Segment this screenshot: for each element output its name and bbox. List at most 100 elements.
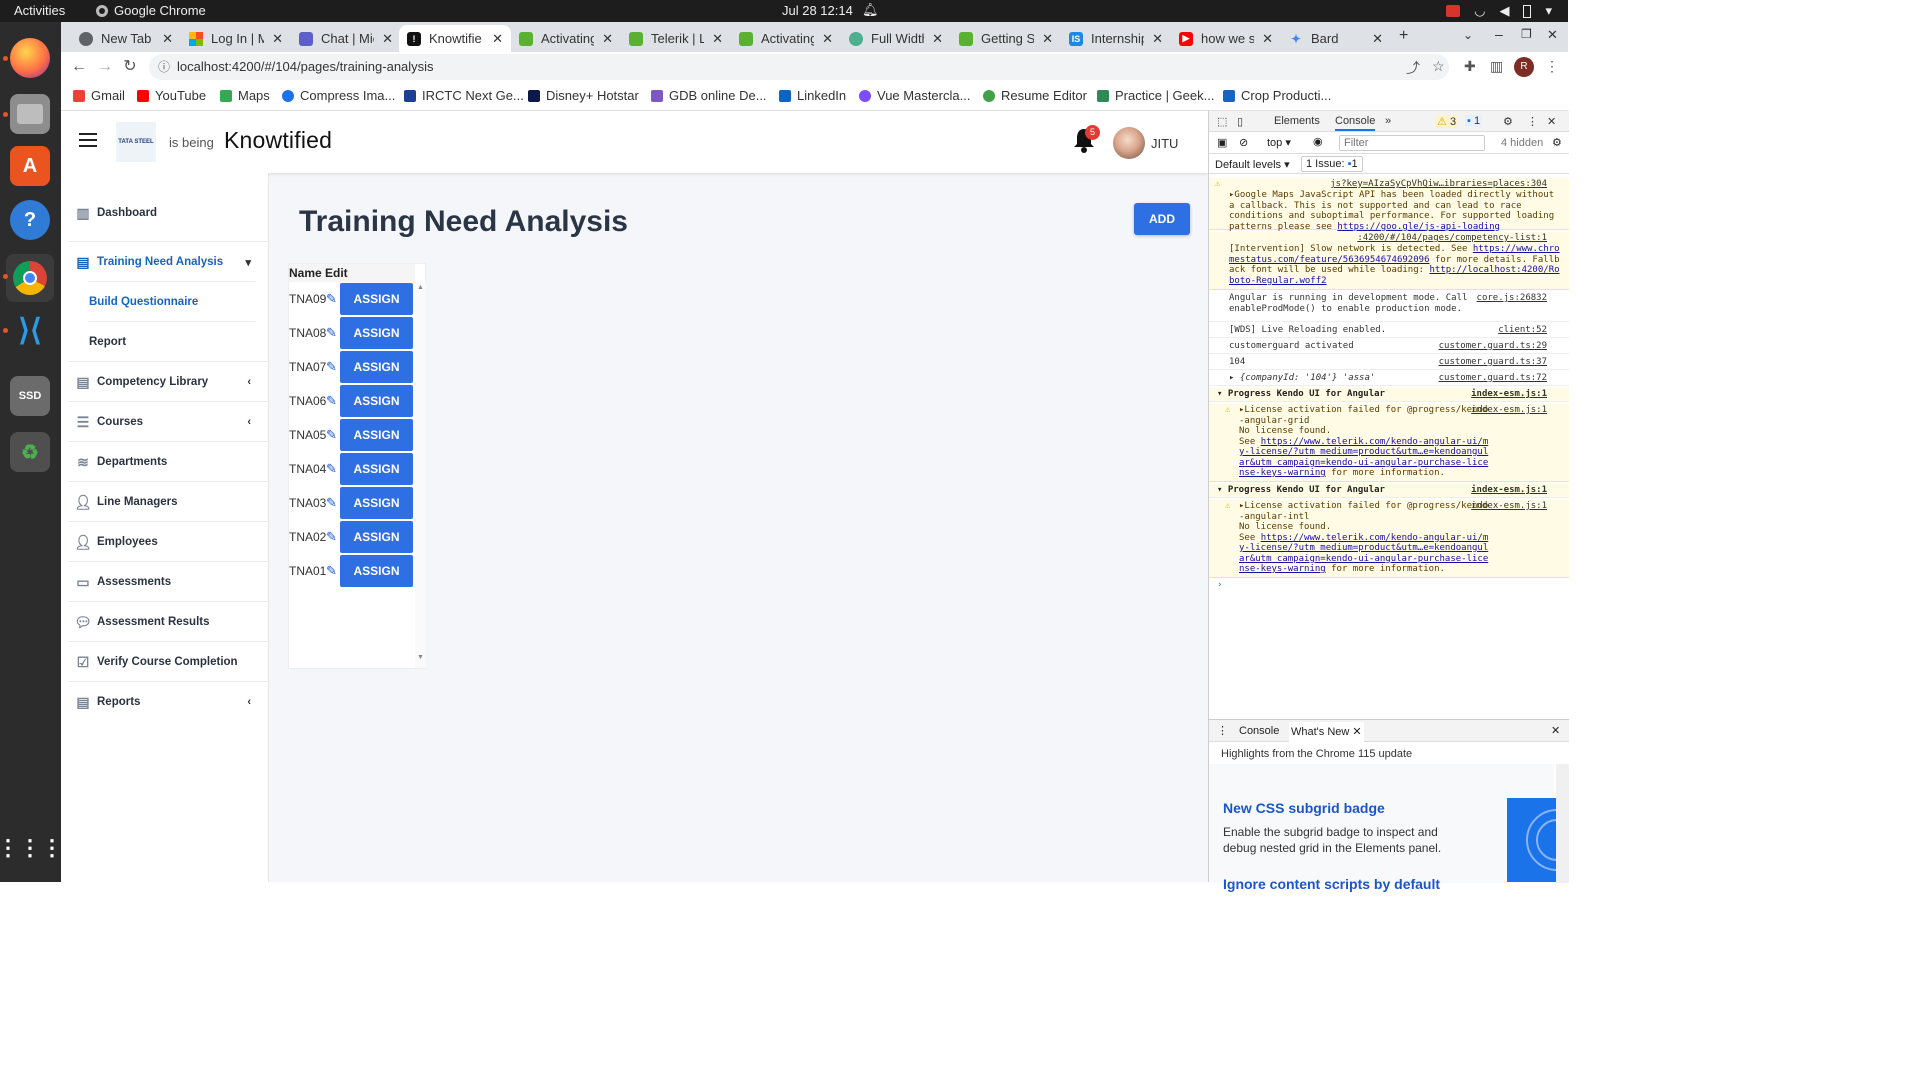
sidebar-item-assessments[interactable]: ▭ Assessments: [61, 562, 269, 602]
close-icon[interactable]: ✕: [1352, 726, 1361, 738]
clock[interactable]: Jul 28 12:14: [782, 3, 853, 18]
close-icon[interactable]: ✕: [382, 31, 393, 47]
close-icon[interactable]: ✕: [1152, 31, 1163, 47]
bookmark-star-icon[interactable]: ☆: [1432, 58, 1445, 75]
close-icon[interactable]: ✕: [272, 31, 283, 47]
console-message-warning[interactable]: ⚠ index-esm.js:1 ▸License activation fai…: [1209, 404, 1569, 482]
console-prompt-icon[interactable]: ›: [1217, 580, 1222, 590]
bookmark-resume[interactable]: Resume Editor: [983, 88, 1087, 103]
pencil-icon[interactable]: ✎: [326, 529, 337, 545]
source-link[interactable]: customer.guard.ts:37: [1439, 357, 1547, 368]
message-link[interactable]: https://goo.gle/js-api-loading: [1337, 222, 1500, 232]
bookmark-irctc[interactable]: IRCTC Next Ge...: [404, 88, 524, 103]
forward-button[interactable]: →: [95, 57, 115, 77]
assign-button[interactable]: ASSIGN: [340, 419, 413, 451]
console-message-log[interactable]: customer.guard.ts:37 104: [1209, 356, 1569, 370]
console-group[interactable]: index-esm.js:1 ▾ Progress Kendo UI for An…: [1209, 484, 1569, 498]
gear-icon[interactable]: ⚙: [1552, 136, 1562, 149]
close-icon[interactable]: ✕: [712, 31, 723, 47]
bookmark-youtube[interactable]: YouTube: [137, 88, 206, 103]
source-link[interactable]: client:52: [1498, 325, 1547, 336]
tab-active[interactable]: ! Knowtifie ✕: [399, 25, 511, 52]
bookmark-hotstar[interactable]: Disney+ Hotstar: [528, 88, 639, 103]
sidebar-item-departments[interactable]: ≋ Departments: [61, 442, 269, 482]
bookmark-gdb[interactable]: GDB online De...: [651, 88, 767, 103]
close-icon[interactable]: ✕: [492, 31, 503, 47]
pencil-icon[interactable]: ✎: [326, 393, 337, 409]
add-button[interactable]: ADD: [1134, 203, 1190, 235]
drawer-tab-whats-new[interactable]: What's New ✕: [1289, 722, 1364, 742]
tab[interactable]: Full Width ✕: [841, 25, 951, 52]
source-link[interactable]: customer.guard.ts:29: [1439, 341, 1547, 352]
sidebar-item-training-need-analysis[interactable]: ▤ Training Need Analysis ▾: [61, 242, 269, 282]
gear-icon[interactable]: ⚙: [1503, 115, 1513, 128]
user-avatar[interactable]: [1113, 127, 1145, 159]
bookmark-geeks[interactable]: Practice | Geek...: [1097, 88, 1214, 103]
tab-console[interactable]: Console: [1335, 115, 1376, 131]
source-link[interactable]: index-esm.js:1: [1471, 501, 1547, 512]
column-header-edit[interactable]: Edit: [325, 266, 348, 280]
console-filter-input[interactable]: [1339, 135, 1485, 151]
show-apps-icon[interactable]: ⋮⋮⋮: [0, 828, 63, 868]
extensions-icon[interactable]: ✚: [1464, 58, 1476, 75]
tab[interactable]: New Tab ✕: [71, 25, 181, 52]
close-icon[interactable]: ✕: [932, 31, 943, 47]
pencil-icon[interactable]: ✎: [326, 359, 337, 375]
sidebar-item-reports[interactable]: ▤ Reports ‹: [61, 682, 269, 722]
source-link[interactable]: index-esm.js:1: [1471, 389, 1547, 400]
restore-button[interactable]: ❐: [1521, 27, 1532, 41]
assign-button[interactable]: ASSIGN: [340, 487, 413, 519]
pencil-icon[interactable]: ✎: [326, 325, 337, 341]
console-message-warning[interactable]: ⚠ index-esm.js:1 ▸License activation fai…: [1209, 500, 1569, 578]
drawer-scrollbar[interactable]: [1556, 764, 1569, 883]
close-window-button[interactable]: ✕: [1547, 27, 1558, 43]
chrome-icon[interactable]: [6, 254, 54, 302]
drawer-tab-console[interactable]: Console: [1239, 725, 1279, 737]
more-tabs-icon[interactable]: »: [1385, 115, 1391, 127]
side-panel-icon[interactable]: ▥: [1490, 58, 1503, 75]
pencil-icon[interactable]: ✎: [326, 291, 337, 307]
new-tab-button[interactable]: +: [1399, 27, 1408, 45]
kebab-menu-icon[interactable]: ⋮: [1545, 58, 1559, 75]
tab[interactable]: ▶ how we se ✕: [1171, 25, 1281, 52]
user-name[interactable]: JITU: [1151, 136, 1178, 151]
source-link[interactable]: index-esm.js:1: [1471, 485, 1547, 496]
whats-new-title[interactable]: Ignore content scripts by default: [1223, 876, 1440, 892]
vscode-icon[interactable]: ⟩⟨: [10, 310, 50, 350]
pencil-icon[interactable]: ✎: [326, 427, 337, 443]
tab-elements[interactable]: Elements: [1274, 115, 1320, 127]
bookmark-compress[interactable]: Compress Ima...: [282, 88, 395, 103]
info-icon[interactable]: ⓘ: [158, 54, 170, 80]
close-icon[interactable]: ✕: [1547, 115, 1556, 128]
assign-button[interactable]: ASSIGN: [340, 385, 413, 417]
console-message-log[interactable]: core.js:26832 Angular is running in deve…: [1209, 292, 1569, 322]
source-link[interactable]: js?key=AIzaSyCpVhQiw…ibraries=places:304: [1330, 179, 1547, 190]
inspect-element-icon[interactable]: ⬚: [1217, 115, 1227, 128]
firefox-icon[interactable]: [10, 38, 50, 78]
console-message-warning[interactable]: :4200/#/104/pages/competency-list:1 [Int…: [1209, 232, 1569, 290]
source-link[interactable]: index-esm.js:1: [1471, 405, 1547, 416]
scroll-up-icon[interactable]: ▲: [417, 284, 424, 291]
trash-icon[interactable]: ♻: [10, 432, 50, 472]
console-message-log[interactable]: customer.guard.ts:29 customerguard activa…: [1209, 340, 1569, 354]
console-message-log[interactable]: customer.guard.ts:72 ▸ {companyId: '104'}…: [1209, 372, 1569, 386]
kebab-menu-icon[interactable]: ⋮: [1527, 115, 1538, 128]
sidebar-toggle-icon[interactable]: ▣: [1217, 136, 1227, 149]
bookmark-gmail[interactable]: Gmail: [73, 88, 125, 103]
whats-new-title[interactable]: New CSS subgrid badge: [1223, 800, 1385, 816]
bookmark-vue[interactable]: Vue Mastercla...: [859, 88, 970, 103]
sidebar-item-competency-library[interactable]: ▤ Competency Library ‹: [61, 362, 269, 402]
eye-icon[interactable]: ◉: [1313, 135, 1323, 148]
warnings-badge[interactable]: ⚠ 3: [1435, 115, 1459, 128]
close-icon[interactable]: ✕: [602, 31, 613, 47]
clear-console-icon[interactable]: ⊘: [1239, 136, 1248, 149]
source-link[interactable]: core.js:26832: [1477, 293, 1547, 304]
column-header-name[interactable]: Name: [289, 266, 322, 280]
tab[interactable]: ✦ Bard ✕: [1281, 25, 1391, 52]
files-icon[interactable]: [10, 94, 50, 134]
console-message-log[interactable]: client:52 [WDS] Live Reloading enabled.: [1209, 324, 1569, 338]
hamburger-menu-icon[interactable]: [79, 133, 97, 147]
grid-scrollbar[interactable]: ▲ ▼: [415, 282, 426, 668]
info-badge[interactable]: ▪ 1: [1465, 115, 1483, 127]
close-icon[interactable]: ✕: [1262, 31, 1273, 47]
